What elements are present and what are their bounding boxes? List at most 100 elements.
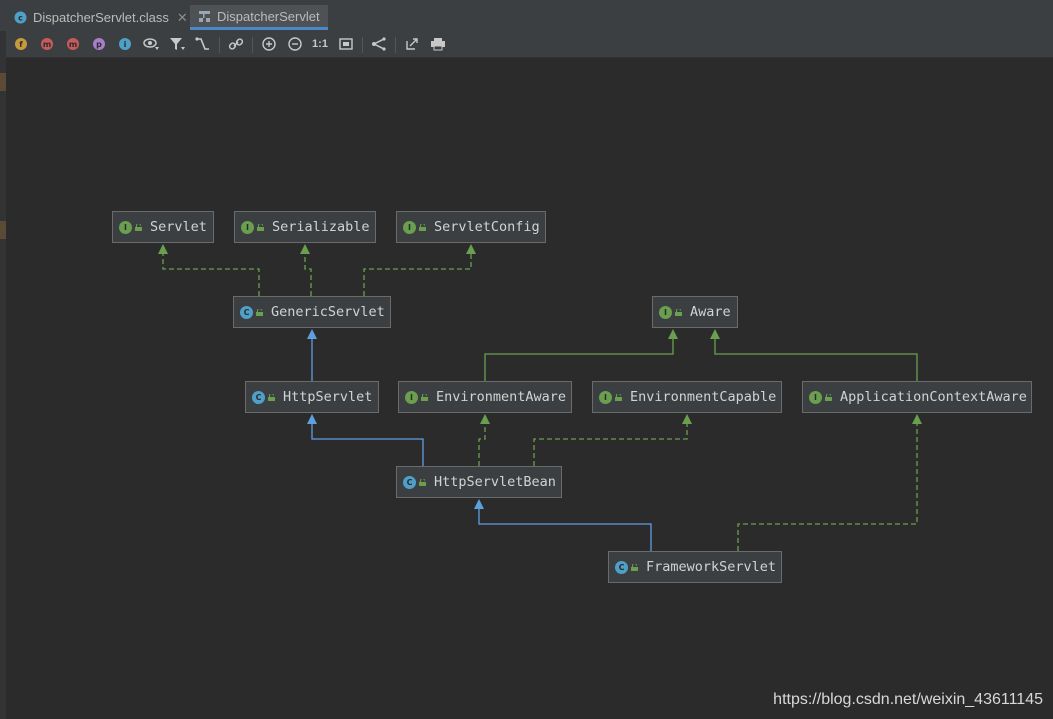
node-label: GenericServlet — [271, 304, 385, 320]
public-visibility-icon — [256, 308, 263, 316]
show-inner-classes-button[interactable]: i — [116, 35, 134, 53]
arrowhead — [474, 499, 484, 509]
link-icon — [228, 38, 244, 50]
constructor-icon: m — [41, 38, 53, 50]
node-label: ServletConfig — [434, 219, 540, 235]
method-icon: m — [67, 38, 79, 50]
print-button[interactable] — [429, 35, 447, 53]
filter-button[interactable] — [168, 35, 186, 53]
show-fields-button[interactable]: f — [12, 35, 30, 53]
node-label: Serializable — [272, 219, 370, 235]
arrowhead — [307, 329, 317, 339]
node-label: FrameworkServlet — [646, 559, 777, 575]
zoom-out-button[interactable] — [286, 35, 304, 53]
tab-label: DispatcherServlet.class — [33, 10, 169, 25]
interface-icon: I — [405, 390, 418, 404]
close-tab-icon[interactable]: ✕ — [177, 10, 188, 26]
node-servlet[interactable]: I Servlet — [112, 211, 214, 243]
abstract-class-icon: C — [615, 560, 628, 574]
interface-icon: I — [403, 220, 416, 234]
arrowhead — [466, 244, 476, 254]
node-httpservlet[interactable]: C HttpServlet — [245, 381, 379, 413]
edge-genericservlet-serializable — [300, 244, 312, 296]
diagram-icon — [198, 10, 211, 23]
class-file-icon: c — [14, 11, 27, 24]
show-dependencies-button[interactable] — [194, 35, 212, 53]
tab-dispatcherservlet-class[interactable]: c DispatcherServlet.class ✕ — [14, 5, 188, 30]
node-label: ApplicationContextAware — [840, 389, 1027, 405]
node-environmentaware[interactable]: I EnvironmentAware — [398, 381, 572, 413]
node-label: Servlet — [150, 219, 207, 235]
public-visibility-icon — [268, 393, 275, 401]
show-methods-button[interactable]: m — [64, 35, 82, 53]
eye-icon — [143, 38, 159, 50]
arrowhead — [710, 329, 720, 339]
visibility-button[interactable] — [142, 35, 160, 53]
arrowhead — [480, 414, 490, 424]
public-visibility-icon — [257, 223, 264, 231]
arrowhead — [307, 414, 317, 424]
zoom-out-icon — [288, 37, 302, 51]
actual-size-label: 1:1 — [312, 38, 328, 50]
node-label: EnvironmentCapable — [630, 389, 777, 405]
export-button[interactable] — [403, 35, 421, 53]
abstract-class-icon: C — [403, 475, 416, 489]
node-frameworkservlet[interactable]: C FrameworkServlet — [608, 551, 782, 583]
public-visibility-icon — [135, 223, 142, 231]
link-button[interactable] — [227, 35, 245, 53]
show-constructors-button[interactable]: m — [38, 35, 56, 53]
public-visibility-icon — [825, 393, 832, 401]
arrowhead — [300, 244, 310, 254]
layout-icon — [372, 37, 386, 51]
svg-text:c: c — [18, 14, 23, 23]
node-servletconfig[interactable]: I ServletConfig — [396, 211, 546, 243]
toolbar-separator — [219, 37, 220, 53]
public-visibility-icon — [421, 393, 428, 401]
node-aware[interactable]: I Aware — [652, 296, 738, 328]
zoom-in-icon — [262, 37, 276, 51]
interface-icon: I — [659, 305, 672, 319]
watermark-url: https://blog.csdn.net/weixin_43611145 — [773, 691, 1043, 708]
print-icon — [431, 38, 445, 51]
node-label: HttpServlet — [283, 389, 373, 405]
actual-size-button[interactable]: 1:1 — [311, 35, 329, 53]
interface-icon: I — [599, 390, 612, 404]
public-visibility-icon — [419, 223, 426, 231]
arrowhead — [158, 244, 168, 254]
show-properties-button[interactable]: p — [90, 35, 108, 53]
tab-label: DispatcherServlet — [217, 8, 320, 24]
toolbar-separator — [395, 37, 396, 53]
node-label: HttpServletBean — [434, 474, 556, 490]
diagram-toolbar: f m m p i 1:1 — [6, 31, 1053, 58]
arrowhead — [912, 414, 922, 424]
inner-class-icon: i — [119, 38, 131, 50]
public-visibility-icon — [419, 478, 426, 486]
edge-environmentaware-aware — [484, 329, 678, 381]
node-genericservlet[interactable]: C GenericServlet — [233, 296, 391, 328]
node-applicationcontextaware[interactable]: I ApplicationContextAware — [802, 381, 1032, 413]
diagram-canvas[interactable]: I Servlet I Serializable I ServletConfig… — [6, 58, 1053, 719]
node-label: EnvironmentAware — [436, 389, 567, 405]
abstract-class-icon: C — [240, 305, 253, 319]
node-httpservletbean[interactable]: C HttpServletBean — [396, 466, 562, 498]
fit-content-button[interactable] — [337, 35, 355, 53]
editor-tab-bar: c DispatcherServlet.class ✕ DispatcherSe… — [0, 0, 1053, 32]
node-serializable[interactable]: I Serializable — [234, 211, 376, 243]
edge-frameworkservlet-applicationcontextaware — [737, 414, 922, 551]
arrowhead — [668, 329, 678, 339]
edge-frameworkservlet-httpservletbean — [474, 499, 652, 551]
abstract-class-icon: C — [252, 390, 265, 404]
toolbar-separator — [362, 37, 363, 53]
public-visibility-icon — [631, 563, 638, 571]
export-icon — [406, 38, 418, 50]
interface-icon: I — [119, 220, 132, 234]
node-environmentcapable[interactable]: I EnvironmentCapable — [592, 381, 782, 413]
interface-icon: I — [809, 390, 822, 404]
edge-genericservlet-servletconfig — [363, 244, 476, 296]
zoom-in-button[interactable] — [260, 35, 278, 53]
edge-httpservlet-genericservlet — [307, 329, 317, 381]
arrowhead — [682, 414, 692, 424]
layout-button[interactable] — [370, 35, 388, 53]
tab-dispatcherservlet-diagram[interactable]: DispatcherServlet — [190, 5, 328, 30]
toolbar-separator — [252, 37, 253, 53]
